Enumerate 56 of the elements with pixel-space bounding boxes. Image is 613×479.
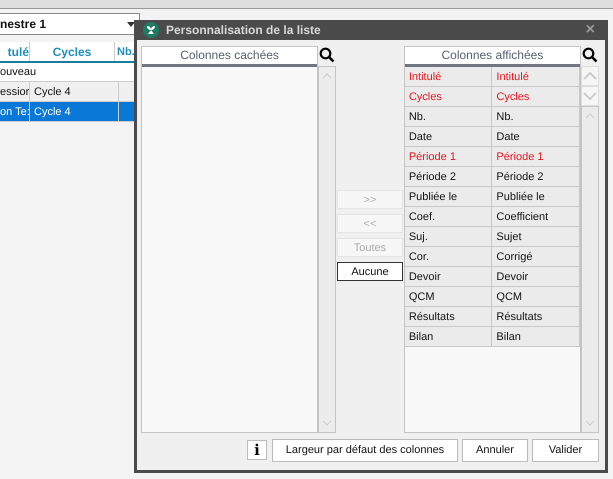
move-down-button[interactable] bbox=[580, 86, 599, 106]
scroll-down-icon[interactable] bbox=[322, 420, 332, 426]
app-logo-icon bbox=[143, 22, 159, 38]
list-cell[interactable]: Coef. bbox=[404, 207, 492, 226]
list-heading: Colonnes cachées bbox=[142, 47, 318, 67]
search-icon[interactable] bbox=[582, 47, 598, 63]
table-cell: on Te: bbox=[0, 102, 30, 121]
list-cell[interactable]: Coefficient bbox=[492, 207, 580, 226]
list-cell[interactable]: Nb. bbox=[404, 107, 492, 126]
list-cell[interactable]: Cor. bbox=[404, 247, 492, 266]
list-cell[interactable]: Période 1 bbox=[404, 147, 492, 166]
scrollbar[interactable] bbox=[318, 66, 336, 433]
list-cell[interactable]: Période 2 bbox=[404, 167, 492, 186]
list-heading: Colonnes affichées bbox=[404, 47, 580, 67]
move-button[interactable]: Aucune bbox=[336, 262, 403, 281]
list-cell[interactable]: Sujet bbox=[492, 227, 580, 246]
list-cell[interactable]: QCM bbox=[492, 287, 580, 306]
list-cell[interactable]: Intitulé bbox=[404, 67, 492, 86]
list-cell[interactable]: Publiée le bbox=[492, 187, 580, 206]
list-cell[interactable]: Corrigé bbox=[492, 247, 580, 266]
list-cell[interactable]: Date bbox=[492, 127, 580, 146]
caret-icon bbox=[127, 22, 135, 26]
scroll-up-icon[interactable] bbox=[322, 73, 332, 79]
column-header[interactable]: tulé bbox=[0, 42, 30, 61]
dialog-button[interactable]: Valider bbox=[532, 438, 599, 462]
scrollbar[interactable] bbox=[580, 106, 599, 433]
scroll-up-icon[interactable] bbox=[584, 113, 595, 119]
down-chevron-icon bbox=[582, 92, 597, 100]
table-cell: essior bbox=[0, 82, 30, 101]
list-cell[interactable]: Intitulé bbox=[492, 67, 580, 86]
list-cell[interactable]: Bilan bbox=[492, 327, 580, 346]
list-cell[interactable]: Période 1 bbox=[492, 147, 580, 166]
list-cell[interactable]: Période 2 bbox=[492, 167, 580, 186]
dialog-button[interactable]: Annuler bbox=[462, 438, 528, 462]
dialog-button[interactable]: Largeur par défaut des colonnes bbox=[272, 438, 458, 462]
list-cell[interactable]: Résultats bbox=[404, 307, 492, 326]
list-cell[interactable]: QCM bbox=[404, 287, 492, 306]
list-cell[interactable]: Bilan bbox=[404, 327, 492, 346]
list-cell[interactable]: Devoir bbox=[492, 267, 580, 286]
up-chevron-icon bbox=[582, 72, 597, 80]
list-cell[interactable]: Date bbox=[404, 127, 492, 146]
list-cell[interactable]: Suj. bbox=[404, 227, 492, 246]
list-cell[interactable]: Nb. bbox=[492, 107, 580, 126]
list-cell[interactable]: Publiée le bbox=[404, 187, 492, 206]
column-header[interactable]: Cycles bbox=[30, 42, 115, 61]
table-cell: Cycle 4 bbox=[30, 102, 119, 121]
info-button[interactable]: i bbox=[247, 440, 267, 460]
list-cell[interactable]: Devoir bbox=[404, 267, 492, 286]
scroll-down-icon[interactable] bbox=[584, 420, 595, 426]
table-cell: Cycle 4 bbox=[30, 82, 119, 101]
period-dropdown[interactable]: nestre 1 bbox=[0, 13, 140, 35]
list-cell[interactable]: Cycles bbox=[404, 87, 492, 106]
list-cell[interactable]: Résultats bbox=[492, 307, 580, 326]
search-icon[interactable] bbox=[319, 47, 336, 63]
list-cell[interactable]: Cycles bbox=[492, 87, 580, 106]
dialog-title: Personnalisation de la liste bbox=[166, 23, 322, 37]
